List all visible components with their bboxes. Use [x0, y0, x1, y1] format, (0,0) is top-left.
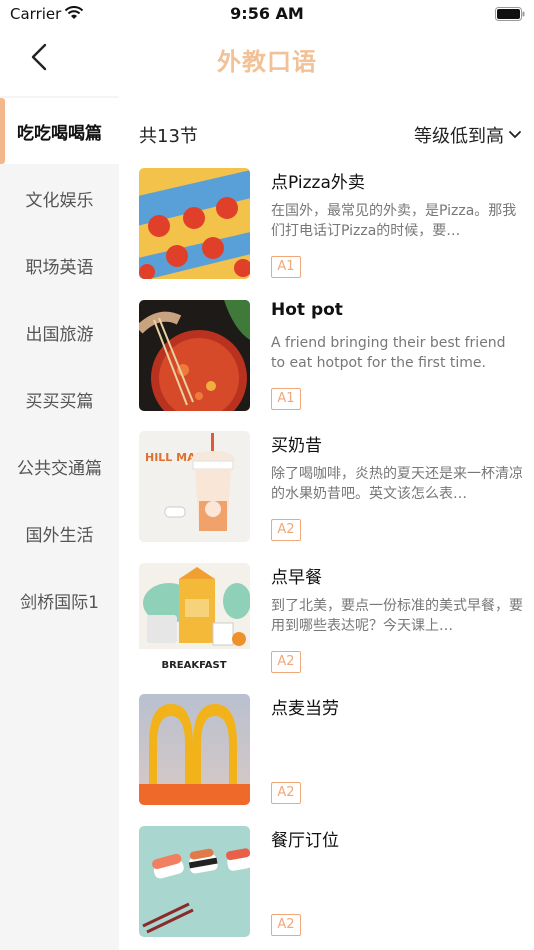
- level-badge: A1: [271, 256, 301, 278]
- lesson-title: Hot pot: [271, 300, 343, 320]
- lesson-description: 除了喝咖啡，炎热的夏天还是来一杯清凉的水果奶昔吧。英文该怎么表…: [271, 466, 523, 502]
- sidebar-item-cambridge[interactable]: 剑桥国际1: [0, 567, 119, 633]
- status-time: 9:56 AM: [230, 4, 304, 23]
- chevron-down-icon: [509, 131, 521, 139]
- thumb-text-breakfast: BREAKFAST: [161, 660, 226, 671]
- sidebar-item-label: 国外生活: [25, 525, 94, 546]
- level-badge: A2: [271, 782, 301, 804]
- lesson-description: A friend bringing their best friend to e…: [271, 335, 506, 371]
- pizza-image: [139, 168, 250, 279]
- lesson-description: 在国外，最常见的外卖，是Pizza。那我们打电话订Pizza的时候，要…: [271, 203, 517, 239]
- sidebar-item-label: 文化娱乐: [25, 190, 94, 211]
- level-badge: A2: [271, 519, 301, 541]
- page-title: 外教口语: [217, 48, 317, 76]
- lesson-list-panel: 共13节 等级低到高 点Pizza外卖 在国外，最常见的外卖，是Pizza。那我…: [119, 96, 534, 950]
- sidebar-item-label: 买买买篇: [25, 391, 94, 412]
- sidebar-item-shopping[interactable]: 买买买篇: [0, 366, 119, 432]
- sidebar-item-travel[interactable]: 出国旅游: [0, 299, 119, 365]
- sidebar-item-eat-drink[interactable]: 吃吃喝喝篇: [0, 98, 119, 164]
- hotpot-image: [139, 300, 250, 411]
- sidebar-item-transport[interactable]: 公共交通篇: [0, 433, 119, 499]
- lesson-title: 点Pizza外卖: [271, 173, 365, 193]
- active-indicator: [0, 98, 5, 164]
- sidebar-item-abroad-life[interactable]: 国外生活: [0, 500, 119, 566]
- lesson-item[interactable]: HILL MAN 买奶昔 除了喝咖啡，炎热的夏天还是来一杯清凉的水果奶昔吧。英文…: [139, 431, 529, 543]
- lesson-title: 点麦当劳: [271, 699, 339, 719]
- sidebar-item-label: 出国旅游: [25, 324, 94, 345]
- mcdonalds-image: [139, 694, 250, 805]
- sidebar-item-label: 剑桥国际1: [20, 592, 99, 613]
- nav-bar: 外教口语: [0, 28, 534, 88]
- sort-dropdown[interactable]: 等级低到高: [414, 122, 522, 148]
- sidebar-item-label: 公共交通篇: [17, 458, 102, 479]
- sort-label: 等级低到高: [414, 126, 504, 147]
- lesson-count: 共13节: [139, 126, 198, 147]
- lesson-title: 点早餐: [271, 568, 322, 588]
- lesson-description: 到了北美，要点一份标准的美式早餐，要用到哪些表达呢？今天课上…: [271, 598, 523, 634]
- lesson-item[interactable]: Hot pot A friend bringing their best fri…: [139, 300, 529, 412]
- status-bar: Carrier 9:56 AM: [0, 0, 534, 28]
- level-badge: A2: [271, 914, 301, 936]
- lesson-item[interactable]: 点Pizza外卖 在国外，最常见的外卖，是Pizza。那我们打电话订Pizza的…: [139, 168, 529, 280]
- level-badge: A2: [271, 651, 301, 673]
- sidebar-item-label: 职场英语: [25, 257, 94, 278]
- breakfast-image: BREAKFAST: [139, 563, 250, 674]
- lesson-title: 买奶昔: [271, 436, 322, 456]
- lesson-item[interactable]: 餐厅订位 A2: [139, 826, 529, 938]
- lesson-title: 餐厅订位: [271, 831, 339, 851]
- lesson-item[interactable]: BREAKFAST 点早餐 到了北美，要点一份标准的美式早餐，要用到哪些表达呢？…: [139, 563, 529, 675]
- sidebar-item-workplace[interactable]: 职场英语: [0, 232, 119, 298]
- lesson-item[interactable]: 点麦当劳 A2: [139, 694, 529, 806]
- milkshake-image: HILL MAN: [139, 431, 250, 542]
- sidebar-item-culture[interactable]: 文化娱乐: [0, 165, 119, 231]
- battery-icon: [495, 7, 525, 21]
- sidebar-item-label: 吃吃喝喝篇: [17, 123, 102, 144]
- level-badge: A1: [271, 388, 301, 410]
- sushi-image: [139, 826, 250, 937]
- category-sidebar: 吃吃喝喝篇 文化娱乐 职场英语 出国旅游 买买买篇 公共交通篇 国外生活 剑桥国…: [0, 96, 119, 950]
